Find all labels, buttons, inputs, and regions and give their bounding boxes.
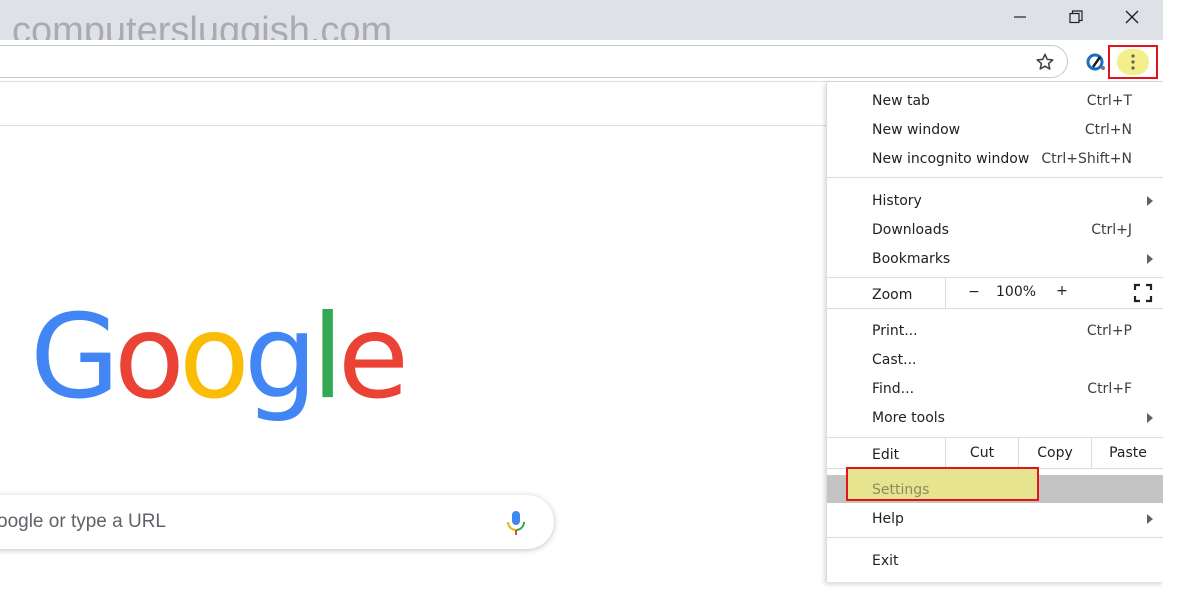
menu-separator: [827, 308, 1164, 309]
menu-separator: [827, 177, 1164, 178]
menu-item-cast[interactable]: Cast...: [827, 344, 1164, 373]
logo-letter: e: [337, 290, 409, 425]
menu-item-bookmarks[interactable]: Bookmarks: [827, 243, 1164, 272]
menu-item-help[interactable]: Help: [827, 503, 1164, 532]
menu-item-label: Find...: [872, 381, 915, 397]
menu-item-label: More tools: [872, 410, 945, 426]
submenu-arrow-icon: [1147, 413, 1153, 423]
zoom-in-button[interactable]: +: [1054, 283, 1070, 301]
submenu-arrow-icon: [1147, 514, 1153, 524]
menu-item-label: New window: [872, 122, 961, 138]
menu-item-label: Bookmarks: [872, 251, 951, 267]
zoom-out-button[interactable]: −: [966, 284, 982, 302]
menu-item-shortcut: Ctrl+N: [1084, 122, 1132, 138]
zoom-level: 100%: [996, 284, 1037, 300]
extension-icon[interactable]: [1084, 50, 1108, 74]
menu-item-label: History: [872, 193, 922, 209]
chrome-main-menu: New tab Ctrl+T New window Ctrl+N New inc…: [826, 82, 1164, 582]
browser-window: computersluggish.com Google oogle or typ…: [0, 0, 1187, 591]
search-placeholder: oogle or type a URL: [0, 511, 166, 532]
menu-item-shortcut: Ctrl+J: [1091, 222, 1132, 238]
chrome-menu-button[interactable]: [1108, 45, 1158, 79]
logo-letter: o: [178, 290, 250, 425]
menu-item-label: Print...: [872, 323, 918, 339]
menu-item-downloads[interactable]: Downloads Ctrl+J: [827, 214, 1164, 243]
menu-item-more-tools[interactable]: More tools: [827, 402, 1164, 431]
submenu-arrow-icon: [1147, 196, 1153, 206]
google-logo: Google: [30, 290, 409, 425]
menu-item-shortcut: Ctrl+T: [1086, 93, 1132, 109]
menu-item-exit[interactable]: Exit: [827, 545, 1164, 574]
menu-item-label: Downloads: [872, 222, 949, 238]
logo-letter: g: [243, 290, 318, 425]
menu-item-edit: Edit Cut Copy Paste: [827, 438, 1164, 468]
logo-letter: G: [30, 290, 120, 425]
address-bar[interactable]: [0, 45, 1068, 78]
menu-item-new-incognito-window[interactable]: New incognito window Ctrl+Shift+N: [827, 143, 1164, 172]
edit-label: Edit: [872, 447, 900, 463]
copy-button[interactable]: Copy: [1018, 438, 1091, 468]
menu-item-new-tab[interactable]: New tab Ctrl+T: [827, 85, 1164, 114]
menu-item-label: Exit: [872, 553, 899, 569]
cut-button[interactable]: Cut: [945, 438, 1018, 468]
menu-separator: [827, 537, 1164, 538]
right-gutter: [1163, 0, 1187, 591]
menu-item-print[interactable]: Print... Ctrl+P: [827, 315, 1164, 344]
toolbar: [0, 40, 1163, 82]
fullscreen-icon[interactable]: [1133, 283, 1153, 303]
menu-item-shortcut: Ctrl+Shift+N: [1041, 151, 1132, 167]
paste-button[interactable]: Paste: [1091, 438, 1164, 468]
menu-item-label: Cast...: [872, 352, 917, 368]
bookmark-star-icon[interactable]: [1033, 50, 1057, 74]
logo-letter: o: [113, 290, 185, 425]
menu-item-zoom: Zoom − 100% +: [827, 278, 1164, 308]
menu-item-label: New incognito window: [872, 151, 1030, 167]
submenu-arrow-icon: [1147, 254, 1153, 264]
minimize-icon: [1014, 16, 1026, 18]
menu-item-label: New tab: [872, 93, 930, 109]
zoom-controls: − 100% +: [945, 278, 1164, 308]
menu-item-history[interactable]: History: [827, 185, 1164, 214]
menu-item-shortcut: Ctrl+P: [1086, 323, 1132, 339]
three-dot-menu-icon: [1117, 49, 1149, 75]
menu-item-new-window[interactable]: New window Ctrl+N: [827, 114, 1164, 143]
zoom-label: Zoom: [872, 287, 913, 303]
search-box[interactable]: oogle or type a URL: [0, 495, 554, 549]
logo-letter: l: [311, 290, 344, 425]
menu-item-settings[interactable]: Settings: [846, 467, 1039, 501]
menu-item-find[interactable]: Find... Ctrl+F: [827, 373, 1164, 402]
menu-item-label: Settings: [872, 482, 930, 498]
menu-item-shortcut: Ctrl+F: [1087, 381, 1132, 397]
minimize-button[interactable]: [992, 0, 1048, 34]
menu-item-label: Help: [872, 511, 904, 527]
restore-icon: [1069, 10, 1083, 24]
bookmarks-bar-divider: [0, 125, 826, 126]
restore-button[interactable]: [1048, 0, 1104, 34]
close-icon: [1125, 10, 1139, 24]
title-bar: computersluggish.com: [0, 0, 1163, 52]
microphone-icon[interactable]: [505, 510, 527, 536]
close-button[interactable]: [1104, 0, 1160, 34]
